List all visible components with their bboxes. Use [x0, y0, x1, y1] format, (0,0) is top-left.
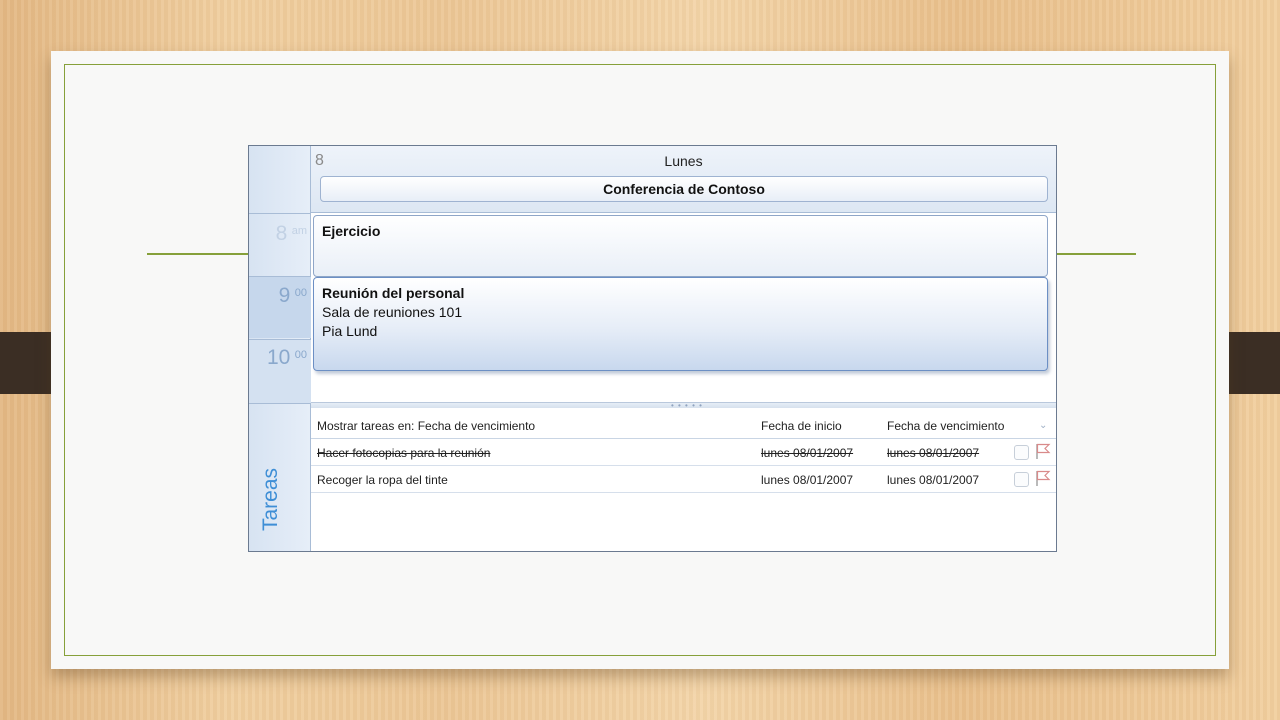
start-date-column-header[interactable]: Fecha de inicio — [761, 419, 842, 433]
gutter-divider — [249, 276, 311, 277]
due-date-column-header[interactable]: Fecha de vencimiento — [887, 419, 1004, 433]
time-gutter: 8 am 9 00 10 00 Tareas — [249, 146, 311, 551]
task-subject: Hacer fotocopias para la reunión — [317, 446, 491, 460]
task-subject: Recoger la ropa del tinte — [317, 473, 448, 487]
gutter-divider — [249, 339, 311, 340]
accent-line-right — [1056, 253, 1136, 255]
all-day-event[interactable]: Conferencia de Contoso — [320, 176, 1048, 202]
appointment-staff-meeting[interactable]: Reunión del personal Sala de reuniones 1… — [313, 277, 1048, 371]
appointment-location: Sala de reuniones 101 — [322, 304, 463, 320]
checkbox-icon[interactable] — [1014, 445, 1029, 460]
task-row[interactable]: Recoger la ropa del tinte lunes 08/01/20… — [311, 466, 1056, 493]
task-pane: • • • • • Mostrar tareas en: Fecha de ve… — [311, 401, 1056, 551]
time-grid[interactable]: Ejercicio Reunión del personal Sala de r… — [311, 213, 1056, 404]
task-show-on-header[interactable]: Mostrar tareas en: Fecha de vencimiento — [317, 419, 535, 433]
accent-line-left — [147, 253, 249, 255]
task-row[interactable]: Hacer fotocopias para la reunión lunes 0… — [311, 439, 1056, 466]
flag-icon[interactable] — [1034, 469, 1052, 487]
day-header: 8 Lunes Conferencia de Contoso — [311, 146, 1056, 213]
tasks-section-label: Tareas — [259, 467, 282, 531]
task-start-date: lunes 08/01/2007 — [761, 446, 854, 460]
gutter-divider — [249, 403, 311, 404]
appointment-title: Ejercicio — [322, 223, 381, 239]
task-due-date: lunes 08/01/2007 — [887, 446, 980, 460]
grip-dots-icon: • • • • • — [671, 401, 703, 410]
hour-label-8: 8 am — [275, 222, 307, 245]
appointment-organizer: Pia Lund — [322, 323, 378, 339]
gutter-divider — [249, 213, 311, 214]
appointment-title: Reunión del personal — [322, 285, 465, 301]
task-header-row: Mostrar tareas en: Fecha de vencimiento … — [311, 412, 1056, 439]
chevron-down-icon[interactable]: ⌄ — [1039, 420, 1047, 431]
day-name[interactable]: Lunes — [311, 153, 1056, 169]
task-due-date: lunes 08/01/2007 — [887, 473, 980, 487]
flag-icon[interactable] — [1034, 442, 1052, 460]
hour-label-10: 10 00 — [266, 346, 307, 369]
task-start-date: lunes 08/01/2007 — [761, 473, 854, 487]
appointment-ejercicio[interactable]: Ejercicio — [313, 215, 1048, 277]
calendar-screenshot: 8 am 9 00 10 00 Tareas 8 Lunes Conferenc… — [248, 145, 1057, 552]
hour-label-9: 9 00 — [278, 284, 307, 307]
checkbox-icon[interactable] — [1014, 472, 1029, 487]
